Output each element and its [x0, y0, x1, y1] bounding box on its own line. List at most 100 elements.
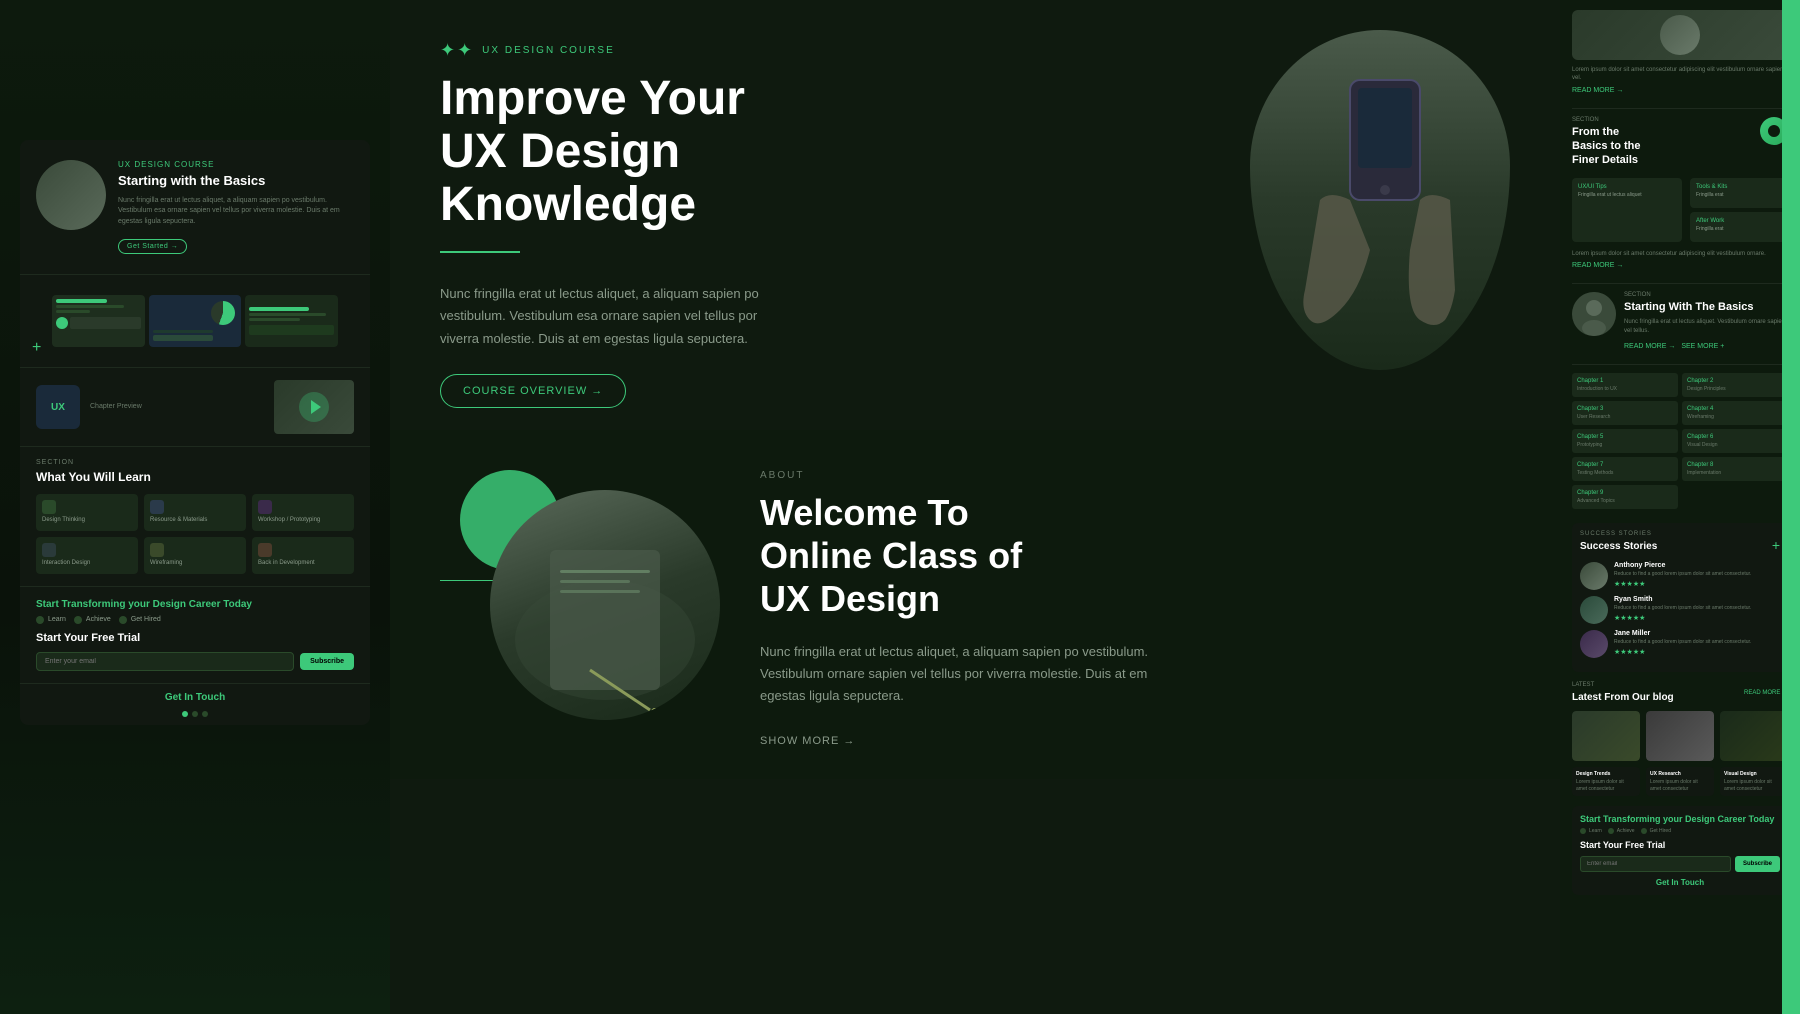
rp-top-text: Lorem ipsum dolor sit amet consectetur a… — [1572, 66, 1788, 83]
rp-basics-section: SECTION From theBasics to theFiner Detai… — [1572, 117, 1788, 269]
lp-badge-hired: Get Hired — [119, 616, 161, 624]
rp-chapter-2: Chapter 2 Design Principles — [1682, 373, 1788, 397]
lp-free-trial-label: Start Your Free Trial — [36, 632, 354, 644]
rp-divider-3 — [1572, 364, 1788, 365]
lp-cta-section: Start Transforming your Design Career To… — [20, 586, 370, 683]
lp-hero-image — [36, 160, 106, 230]
lp-get-in-touch[interactable]: Get In Touch — [20, 683, 370, 707]
right-green-bar — [1782, 0, 1800, 1014]
rp-blog-post-3: Visual Design Lorem ipsum dolor sit amet… — [1720, 767, 1788, 796]
main-content: ✦✦ UX DESIGN COURSE Improve YourUX Desig… — [390, 0, 1560, 1014]
hero-text: ✦✦ UX DESIGN COURSE Improve YourUX Desig… — [440, 30, 1210, 410]
lp-chapter-tag: Chapter Preview — [90, 403, 264, 410]
rp-blog-post-2-text: Lorem ipsum dolor sit amet consectetur — [1650, 779, 1710, 792]
lp-learn-item-4-text: Interaction Design — [42, 560, 132, 568]
rp-stories-title: Success Stories — [1580, 541, 1657, 552]
rp-badge-achieve: Achieve — [1608, 828, 1635, 834]
lp-screen-3 — [245, 295, 338, 347]
lp-learn-title: What You Will Learn — [36, 470, 354, 484]
rp-blog-post-2: UX Research Lorem ipsum dolor sit amet c… — [1646, 767, 1714, 796]
lp-pagination — [20, 707, 370, 725]
rp-get-in-touch[interactable]: Get In Touch — [1580, 872, 1780, 887]
rp-metric-2: Tools & Kits Fringilla erat — [1690, 178, 1788, 208]
about-title: Welcome ToOnline Class ofUX Design — [760, 491, 1510, 621]
rp-blog-tag: LATEST — [1572, 682, 1674, 688]
hero-title: Improve YourUX DesignKnowledge — [440, 73, 1210, 231]
lp-learn-item-2-text: Resource & Materials — [150, 517, 240, 525]
rp-blog-section: LATEST Latest From Our blog READ MORE → … — [1572, 682, 1788, 796]
rp-story-3-name: Jane Miller — [1614, 630, 1780, 637]
left-panel-inner: UX Design Course Starting with the Basic… — [20, 140, 370, 725]
about-tag: ABOUT — [760, 470, 1510, 481]
rp-blog-header: LATEST Latest From Our blog READ MORE → — [1572, 682, 1788, 703]
rp-chapter-5: Chapter 5 Prototyping — [1572, 429, 1678, 453]
about-text: ABOUT Welcome ToOnline Class ofUX Design… — [760, 450, 1510, 749]
rp-story-2: Ryan Smith Reduce to find a good lorem i… — [1580, 596, 1780, 624]
rp-chapters-grid: Chapter 1 Introduction to UX Chapter 2 D… — [1572, 373, 1788, 509]
about-visual-svg — [490, 490, 720, 720]
rp-starting-title: Starting With The Basics — [1624, 300, 1788, 314]
lp-email-input[interactable] — [36, 652, 294, 671]
rp-blog-images — [1572, 711, 1788, 761]
rp-story-3-text: Reduce to find a good lorem ipsum dolor … — [1614, 639, 1780, 646]
rp-badge-hired: Get Hired — [1641, 828, 1671, 834]
lp-learn-item-1: Design Thinking — [36, 494, 138, 531]
lp-cta-title: Start Transforming your Design Career To… — [36, 599, 354, 610]
about-circle-inner — [490, 490, 720, 720]
lp-chapter-img — [274, 380, 354, 434]
rp-metric-1: UX/UI Tips Fringilla erat ut lectus aliq… — [1572, 178, 1682, 242]
rp-blog-post-1-title: Design Trends — [1576, 771, 1636, 777]
rp-read-more-2[interactable]: READ MORE → — [1572, 262, 1788, 269]
lp-badge-achieve: Achieve — [74, 616, 111, 624]
rp-hero-circle — [1660, 15, 1700, 55]
rp-subscribe-button[interactable]: Subscribe — [1735, 856, 1780, 872]
hero-desc: Nunc fringilla erat ut lectus aliquet, a… — [440, 283, 760, 349]
rp-chapters-section: Chapter 1 Introduction to UX Chapter 2 D… — [1572, 373, 1788, 509]
rp-story-1-avatar — [1580, 562, 1608, 590]
rp-starting-desc: Nunc fringilla erat ut lectus aliquet. V… — [1624, 318, 1788, 335]
rp-story-1-name: Anthony Pierce — [1614, 562, 1780, 569]
rp-metric-3: After Work Fringilla erat — [1690, 212, 1788, 242]
rp-free-trial-text: Start Your Free Trial — [1580, 840, 1780, 850]
rp-basics-text: Lorem ipsum dolor sit amet consectetur a… — [1572, 250, 1788, 258]
lp-plus-icon: + — [32, 339, 41, 357]
about-section: ABOUT Welcome ToOnline Class ofUX Design… — [390, 430, 1560, 779]
rp-read-more-1[interactable]: READ MORE → — [1572, 87, 1788, 94]
rp-blog-post-1-text: Lorem ipsum dolor sit amet consectetur — [1576, 779, 1636, 792]
rp-chapter-3: Chapter 3 User Research — [1572, 401, 1678, 425]
rp-story-2-name: Ryan Smith — [1614, 596, 1780, 603]
left-panel: UX Design Course Starting with the Basic… — [0, 0, 390, 1014]
rp-top-section: Lorem ipsum dolor sit amet consectetur a… — [1572, 10, 1788, 94]
rp-stories-tag: SUCCESS STORIES — [1580, 531, 1657, 537]
rp-email-input[interactable] — [1580, 856, 1731, 872]
rp-read-more-3[interactable]: READ MORE → — [1624, 343, 1675, 350]
rp-chapter-6: Chapter 6 Visual Design — [1682, 429, 1788, 453]
rp-blog-post-3-text: Lorem ipsum dolor sit amet consectetur — [1724, 779, 1784, 792]
lp-get-started-button[interactable]: Get Started → — [118, 239, 187, 254]
lp-learn-item-3-text: Workshop / Prototyping — [258, 517, 348, 525]
rp-blog-img-3 — [1720, 711, 1788, 761]
show-more-button[interactable]: SHOW MORE → — [760, 735, 855, 747]
lp-cta-badges-row: Learn Achieve Get Hired — [36, 616, 354, 624]
rp-story-3-avatar — [1580, 630, 1608, 658]
lp-subscribe-button[interactable]: Subscribe — [300, 653, 354, 670]
lp-form-row: Subscribe — [36, 652, 354, 671]
rp-cta-badges: Learn Achieve Get Hired — [1580, 828, 1780, 834]
hero-underline — [440, 251, 520, 253]
rp-blog-post-1: Design Trends Lorem ipsum dolor sit amet… — [1572, 767, 1640, 796]
lp-learn-item-4: Interaction Design — [36, 537, 138, 574]
rp-story-3: Jane Miller Reduce to find a good lorem … — [1580, 630, 1780, 658]
rp-blog-post-3-title: Visual Design — [1724, 771, 1784, 777]
rp-story-1: Anthony Pierce Reduce to find a good lor… — [1580, 562, 1780, 590]
lp-chapter-preview: UX Chapter Preview — [20, 367, 370, 446]
hero-image — [1250, 30, 1510, 370]
hero-phone-svg — [1290, 50, 1470, 350]
lp-learn-section: SECTION What You Will Learn Design Think… — [20, 446, 370, 586]
lp-learn-item-3: Workshop / Prototyping — [252, 494, 354, 531]
lp-learn-grid: Design Thinking Resource & Materials Wor… — [36, 494, 354, 574]
rp-chapter-4: Chapter 4 Wireframing — [1682, 401, 1788, 425]
rp-cta-title: Start Transforming your Design Career To… — [1580, 814, 1780, 824]
course-overview-button[interactable]: COURSE OVERVIEW → — [440, 374, 626, 408]
rp-story-2-avatar — [1580, 596, 1608, 624]
rp-see-more[interactable]: SEE MORE + — [1681, 343, 1724, 350]
